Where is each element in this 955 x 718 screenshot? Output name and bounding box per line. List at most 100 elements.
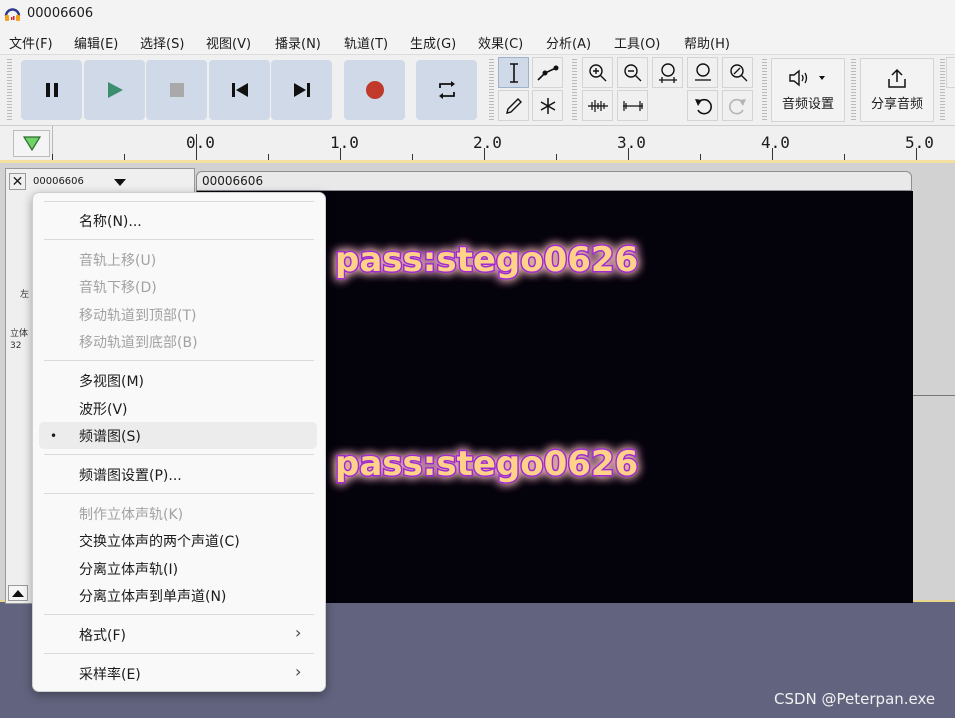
menu-item-waveform[interactable]: 波形(V) (79, 399, 128, 419)
multi-tool-button[interactable] (532, 90, 563, 121)
pause-icon (45, 83, 58, 97)
menu-item-format[interactable]: 格式(F) (79, 625, 126, 645)
loop-icon (438, 81, 455, 99)
menu-item-sample-rate[interactable]: 采样率(E) (79, 664, 141, 684)
share-icon (888, 68, 906, 88)
menu-item-split-to-mono[interactable]: 分离立体声到单声道(N) (79, 586, 226, 606)
menu-item-move-up: 音轨上移(U) (79, 253, 157, 269)
clip-header[interactable]: 00006606 (196, 171, 912, 191)
stop-icon (169, 83, 184, 97)
fit-project-button[interactable] (687, 57, 718, 88)
pause-button[interactable] (21, 60, 82, 120)
submenu-arrow-icon: › (295, 662, 302, 681)
toolbar-grip[interactable] (851, 59, 856, 121)
skip-to-start-button[interactable] (209, 60, 270, 120)
trim-audio-button[interactable] (582, 90, 613, 121)
toolbar-grip[interactable] (572, 59, 577, 121)
track-bitdepth-label: 32 (10, 341, 22, 351)
menu-analyze[interactable]: 分析(A) (546, 33, 591, 52)
share-audio-button[interactable]: 分享音频 (860, 58, 934, 122)
menu-separator (44, 239, 314, 240)
undo-button[interactable] (687, 90, 718, 121)
trim-icon (587, 99, 608, 112)
menu-separator (44, 454, 314, 455)
ruler-left-panel (0, 126, 53, 161)
track-format-label: 立体 (10, 329, 29, 339)
silence-audio-button[interactable] (617, 90, 648, 121)
pan-label: 左 (20, 290, 30, 300)
menu-item-multiview[interactable]: 多视图(M) (79, 371, 144, 391)
menu-transport[interactable]: 播录(N) (275, 33, 321, 52)
audio-setup-label: 音频设置 (781, 97, 834, 112)
toolbar-grip[interactable] (489, 59, 494, 121)
title-bar: 00006606 (0, 0, 955, 29)
channel-divider (913, 395, 955, 396)
menu-item-make-stereo: 制作立体声轨(K) (79, 507, 184, 523)
menu-help[interactable]: 帮助(H) (684, 33, 730, 52)
audio-setup-button[interactable]: 音频设置 (771, 58, 845, 122)
fit-selection-button[interactable] (652, 57, 683, 88)
menu-separator (44, 653, 314, 654)
menu-item-spectrogram-settings[interactable]: 频谱图设置(P)... (79, 465, 182, 485)
envelope-icon (536, 65, 558, 81)
ruler-tick-label: 2.0 (473, 133, 502, 152)
menu-item-spectrogram[interactable]: 频谱图(S) (79, 426, 141, 446)
menu-separator (44, 493, 314, 494)
zoom-in-button[interactable] (582, 57, 613, 88)
i-beam-icon (509, 62, 518, 83)
loop-button[interactable] (416, 60, 477, 120)
audacity-logo-icon (4, 8, 21, 21)
ruler-tick-label: 5.0 (905, 133, 934, 152)
menu-generate[interactable]: 生成(G) (410, 33, 456, 52)
selection-tool-button[interactable] (498, 57, 529, 88)
spectrogram-text: pass:stego0626 (335, 240, 638, 280)
playhead-triangle-icon (22, 136, 42, 152)
skip-to-end-button[interactable] (271, 60, 332, 120)
skip-start-icon (231, 83, 248, 97)
menu-item-move-top: 移动轨道到顶部(T) (79, 308, 197, 324)
envelope-tool-button[interactable] (532, 57, 563, 88)
collapse-up-icon (12, 590, 24, 597)
zoom-out-button[interactable] (617, 57, 648, 88)
track-context-menu: 名称(N)... 音轨上移(U) 音轨下移(D) 移动轨道到顶部(T) 移动轨道… (32, 192, 326, 692)
toolbar-overflow[interactable] (946, 57, 955, 88)
zoom-in-icon (588, 63, 606, 81)
track-close-button[interactable]: ✕ (9, 173, 26, 190)
redo-button[interactable] (722, 90, 753, 121)
menu-effect[interactable]: 效果(C) (478, 33, 523, 52)
menu-item-swap-channels[interactable]: 交换立体声的两个声道(C) (79, 531, 240, 551)
menu-separator (44, 360, 314, 361)
menu-tools[interactable]: 工具(O) (614, 33, 660, 52)
undo-icon (694, 98, 712, 114)
spectrogram-text: pass:stego0626 (335, 444, 638, 484)
menu-edit[interactable]: 编辑(E) (74, 33, 118, 52)
dropdown-arrow-icon[interactable] (113, 178, 127, 188)
stop-button[interactable] (146, 60, 207, 120)
menu-item-move-down: 音轨下移(D) (79, 280, 157, 296)
menu-item-split-stereo[interactable]: 分离立体声轨(I) (79, 559, 178, 579)
pencil-icon (505, 97, 522, 114)
toolbar-grip[interactable] (7, 59, 12, 121)
speaker-icon (789, 69, 825, 87)
zoom-toggle-button[interactable] (722, 57, 753, 88)
record-button[interactable] (344, 60, 405, 120)
zoom-selection-icon (658, 62, 677, 83)
menu-view[interactable]: 视图(V) (206, 33, 251, 52)
play-button[interactable] (84, 60, 145, 120)
toolbar-grip[interactable] (940, 59, 945, 121)
record-icon (365, 81, 384, 99)
window-title: 00006606 (27, 6, 94, 21)
draw-tool-button[interactable] (498, 90, 529, 121)
menu-item-move-bottom: 移动轨道到底部(B) (79, 335, 198, 351)
menu-item-name[interactable]: 名称(N)... (79, 211, 142, 231)
toolbar-grip[interactable] (762, 59, 767, 121)
menu-file[interactable]: 文件(F) (9, 33, 53, 52)
collapse-track-button[interactable] (8, 585, 28, 601)
menu-select[interactable]: 选择(S) (140, 33, 184, 52)
play-head-toggle[interactable] (13, 130, 50, 157)
ruler-tick-label: 4.0 (761, 133, 790, 152)
timeline-ruler[interactable]: 0.0 1.0 2.0 3.0 4.0 5.0 (0, 125, 955, 161)
ruler-tick-label: 1.0 (330, 133, 359, 152)
silence-icon (622, 100, 643, 111)
menu-tracks[interactable]: 轨道(T) (344, 33, 388, 52)
